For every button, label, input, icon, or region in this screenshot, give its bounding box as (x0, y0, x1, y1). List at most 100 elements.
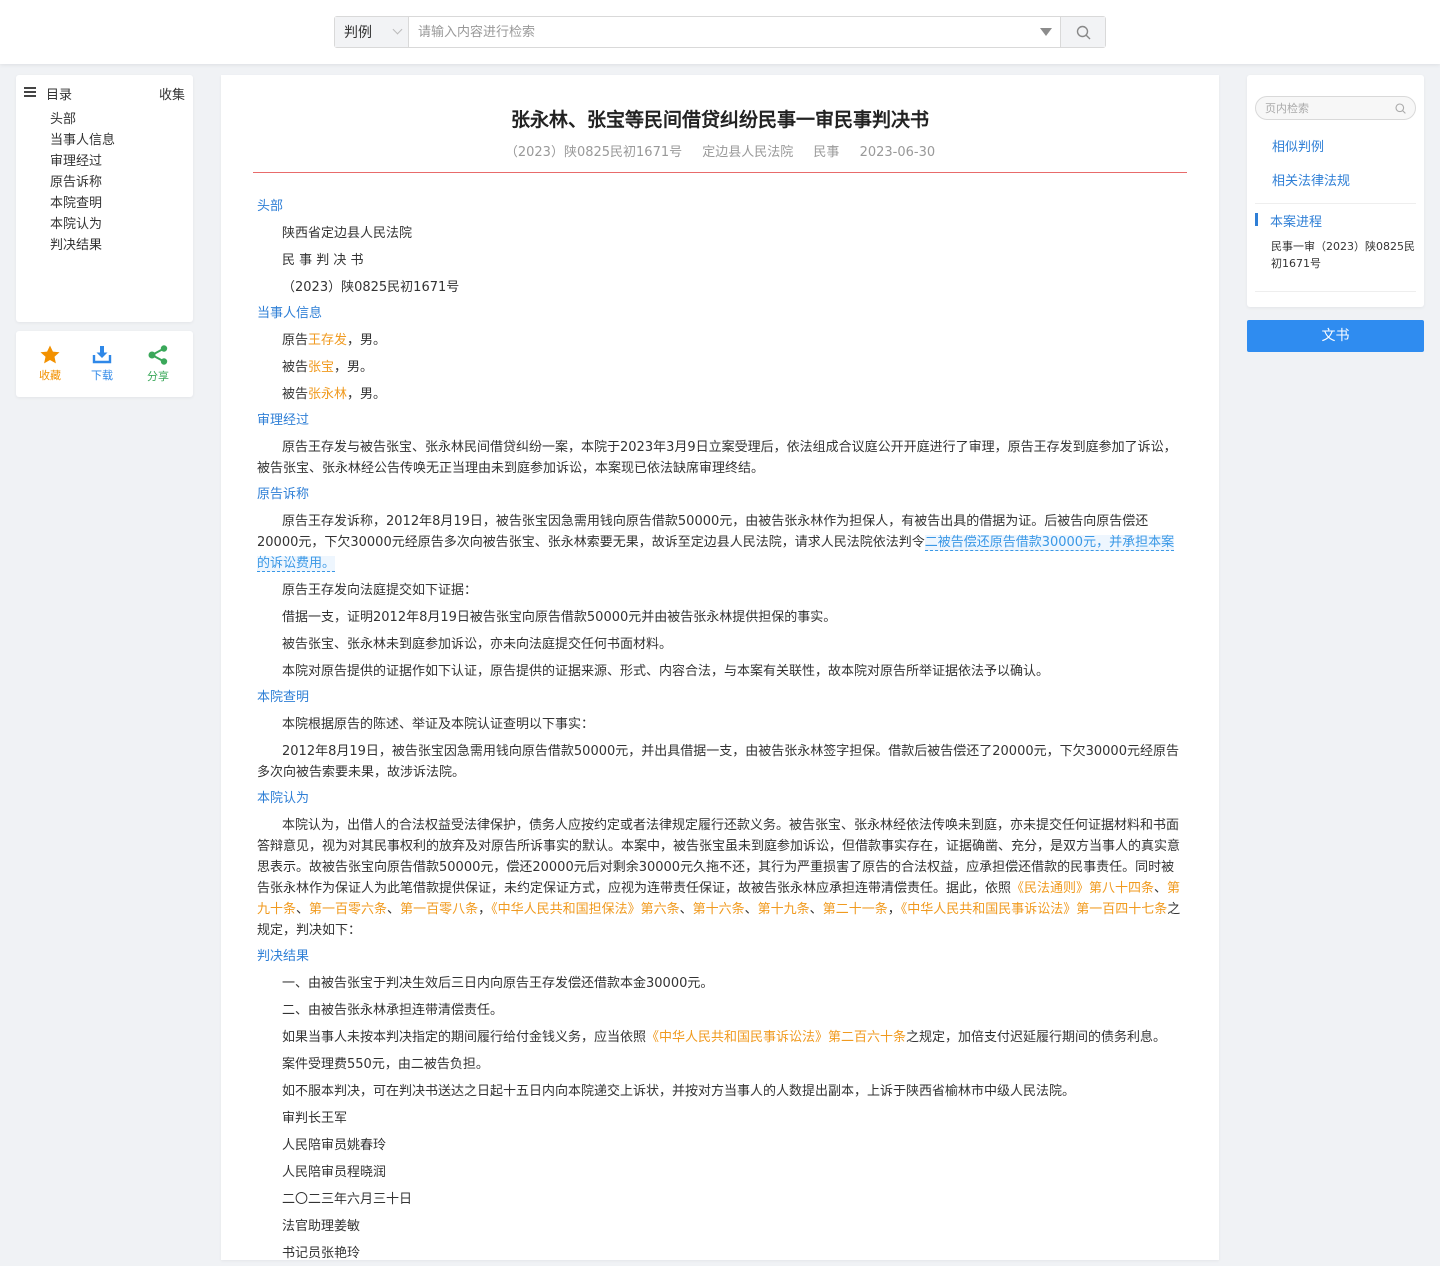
law-separator: 、 (1154, 881, 1168, 896)
judgment-line: 如果当事人未按本判决指定的期间履行给付金钱义务，应当依照《中华人民共和国民事诉讼… (257, 1027, 1185, 1048)
party-suffix: ，男。 (347, 333, 387, 348)
title-divider (253, 172, 1187, 173)
favorite-button[interactable]: 收藏 (30, 345, 70, 383)
page-search-input[interactable] (1256, 97, 1386, 119)
search-icon (1076, 25, 1091, 40)
search-input[interactable] (409, 17, 1032, 47)
case-progress-title: 本案进程 (1255, 211, 1322, 230)
case-type: 民事 (813, 145, 840, 160)
section-title-judgment: 判决结果 (257, 949, 310, 964)
judgment-date: 2023-06-30 (859, 145, 936, 160)
divider (1255, 291, 1416, 292)
toc-item-claims[interactable]: 原告诉称 (50, 174, 115, 195)
share-button[interactable]: 分享 (138, 345, 178, 384)
law-separator: 、 (809, 902, 823, 917)
divider (1255, 203, 1416, 204)
party-line-plaintiff: 原告王存发，男。 (257, 330, 1185, 351)
party-role: 原告 (282, 333, 309, 348)
claims-line: 被告张宝、张永林未到庭参加诉讼，亦未向法庭提交任何书面材料。 (282, 637, 673, 652)
section-title-opinion: 本院认为 (257, 791, 310, 806)
judgment-text: 之规定，加倍支付迟延履行期间的债务利息。 (906, 1030, 1167, 1045)
claims-line: 原告王存发向法庭提交如下证据： (282, 583, 478, 598)
party-line-defendant: 被告张永林，男。 (257, 384, 1185, 405)
search-bar: 判例 (334, 16, 1106, 48)
law-link[interactable]: 《中华人民共和国民事诉讼法》第二百六十条 (646, 1030, 906, 1045)
download-button[interactable]: 下载 (82, 345, 122, 383)
search-type-label: 判例 (344, 25, 372, 41)
findings-line: 2012年8月19日，被告张宝因急需用钱向原告借款50000元，并出具借据一支，… (257, 744, 1179, 780)
case-number: （2023）陕0825民初1671号 (504, 145, 683, 160)
toc-header: 目录 收集 (24, 84, 185, 103)
judgment-text: 如果当事人未按本判决指定的期间履行给付金钱义务，应当依照 (282, 1030, 647, 1045)
search-dropdown-arrow-icon[interactable] (1032, 17, 1060, 47)
claims-line: 借据一支，证明2012年8月19日被告张宝向原告借款50000元并由被告张永林提… (282, 610, 837, 625)
star-icon (40, 345, 60, 364)
party-suffix: ，男。 (334, 360, 374, 375)
law-separator: 、 (744, 902, 758, 917)
chevron-down-icon (392, 24, 403, 35)
party-name-link[interactable]: 王存发 (308, 333, 347, 348)
law-link[interactable]: 《中华人民共和国担保法》第六条 (491, 902, 680, 917)
header-line: （2023）陕0825民初1671号 (282, 280, 460, 295)
section-title-findings: 本院查明 (257, 690, 310, 705)
collect-button[interactable]: 收集 (159, 84, 185, 103)
share-icon (148, 345, 168, 365)
similar-cases-link[interactable]: 相似判例 (1272, 136, 1324, 155)
signature-date: 二〇二三年六月三十日 (282, 1192, 413, 1207)
party-name-link[interactable]: 张永林 (308, 387, 347, 402)
law-separator: ， (887, 902, 901, 917)
search-button[interactable] (1060, 17, 1105, 47)
page-search (1255, 96, 1416, 120)
signature-line: 人民陪审员姚春玲 (282, 1138, 387, 1153)
header-line: 民 事 判 决 书 (282, 253, 364, 268)
section-title-claims: 原告诉称 (257, 487, 310, 502)
section-title-header: 头部 (257, 199, 284, 214)
party-role: 被告 (282, 360, 309, 375)
party-name-link[interactable]: 张宝 (308, 360, 334, 375)
law-link[interactable]: 《民法通则》第八十四条 (1011, 881, 1154, 896)
judgment-line: 一、由被告张宝于判决生效后三日内向原告王存发偿还借款本金30000元。 (282, 976, 714, 991)
toc-item-parties[interactable]: 当事人信息 (50, 132, 115, 153)
opinion-paragraph: 本院认为，出借人的合法权益受法律保护，债务人应按约定或者法律规定履行还款义务。被… (257, 815, 1185, 941)
law-link[interactable]: 第十九条 (758, 902, 810, 917)
toc-item-header[interactable]: 头部 (50, 111, 115, 132)
toc-panel: 目录 收集 头部 当事人信息 审理经过 原告诉称 本院查明 本院认为 判决结果 (16, 75, 193, 322)
law-separator: 、 (679, 902, 693, 917)
right-panel: 相似判例 相关法律法规 本案进程 民事一审（2023）陕0825民初1671号 (1247, 75, 1424, 307)
toc-item-judgment[interactable]: 判决结果 (50, 237, 115, 258)
signature-line: 法官助理姜敏 (282, 1219, 361, 1234)
toc-item-opinion[interactable]: 本院认为 (50, 216, 115, 237)
claims-line: 本院对原告提供的证据作如下认证，原告提供的证据来源、形式、内容合法，与本案有关联… (282, 664, 1050, 679)
action-panel: 收藏 下载 分享 (16, 331, 193, 397)
court-name: 定边县人民法院 (702, 145, 794, 160)
law-link[interactable]: 第二十一条 (823, 902, 888, 917)
favorite-label: 收藏 (39, 369, 61, 382)
law-link[interactable]: 第十六条 (693, 902, 745, 917)
party-role: 被告 (282, 387, 309, 402)
law-separator: 、 (387, 902, 401, 917)
signature-line: 书记员张艳玲 (282, 1246, 361, 1260)
law-separator: ， (478, 902, 492, 917)
trial-paragraph: 原告王存发与被告张宝、张永林民间借贷纠纷一案，本院于2023年3月9日立案受理后… (257, 440, 1177, 476)
toc-item-trial[interactable]: 审理经过 (50, 153, 115, 174)
header-line: 陕西省定边县人民法院 (282, 226, 413, 241)
law-link[interactable]: 《中华人民共和国民事诉讼法》第一百四十七条 (901, 902, 1168, 917)
search-icon[interactable] (1395, 103, 1406, 114)
toc-item-findings[interactable]: 本院查明 (50, 195, 115, 216)
related-laws-link[interactable]: 相关法律法规 (1272, 170, 1350, 189)
download-label: 下载 (91, 369, 113, 382)
law-link[interactable]: 第一百零八条 (400, 902, 478, 917)
toc-list: 头部 当事人信息 审理经过 原告诉称 本院查明 本院认为 判决结果 (50, 111, 115, 258)
judgment-line: 案件受理费550元，由二被告负担。 (282, 1057, 489, 1072)
signature-line: 人民陪审员程晓润 (282, 1165, 387, 1180)
document-panel: 张永林、张宝等民间借贷纠纷民事一审民事判决书 （2023）陕0825民初1671… (221, 75, 1219, 1260)
document-meta: （2023）陕0825民初1671号 定边县人民法院 民事 2023-06-30 (221, 141, 1219, 160)
wenshu-button[interactable]: 文书 (1247, 320, 1424, 352)
search-type-select[interactable]: 判例 (335, 17, 409, 47)
share-label: 分享 (147, 370, 169, 383)
top-bar: 判例 (0, 0, 1440, 64)
download-icon (92, 346, 112, 364)
law-link[interactable]: 第一百零六条 (309, 902, 387, 917)
party-suffix: ，男。 (347, 387, 387, 402)
case-progress-item[interactable]: 民事一审（2023）陕0825民初1671号 (1271, 238, 1419, 272)
